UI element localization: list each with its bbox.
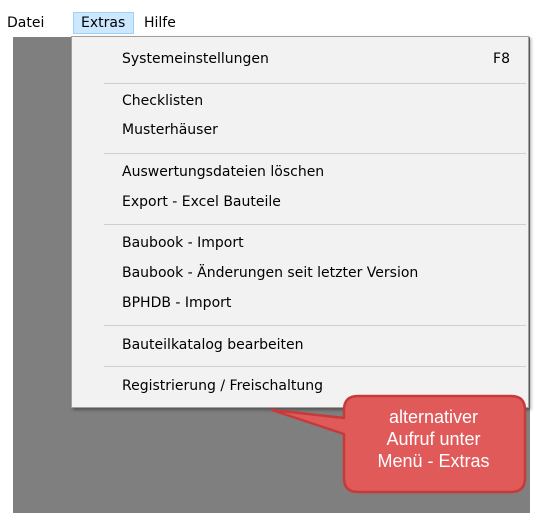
menu-separator (104, 325, 526, 326)
menu-item-label: Baubook - Änderungen seit letzter Versio… (122, 265, 419, 281)
callout-line: alternativer (388, 407, 479, 427)
menu-item-bauteilkatalog-bearbeiten[interactable]: Bauteilkatalog bearbeiten (122, 334, 510, 356)
extras-dropdown-menu: Systemeinstellungen F8 Checklisten Muste… (71, 36, 529, 408)
menu-separator (104, 366, 526, 367)
menu-datei[interactable]: Datei (0, 12, 51, 34)
menu-item-bphdb-import[interactable]: BPHDB - Import (122, 292, 510, 314)
menu-item-label: Musterhäuser (122, 122, 218, 138)
menu-item-shortcut: F8 (493, 51, 510, 67)
menu-item-musterhaeuser[interactable]: Musterhäuser (122, 119, 510, 141)
menu-item-label: BPHDB - Import (122, 295, 232, 311)
callout-line: Aufruf unter (386, 429, 481, 449)
callout-line: Menü - Extras (377, 451, 490, 471)
menu-item-auswertungsdateien-loeschen[interactable]: Auswertungsdateien löschen (122, 161, 510, 183)
menu-item-label: Export - Excel Bauteile (122, 194, 281, 210)
menu-item-label: Bauteilkatalog bearbeiten (122, 337, 304, 353)
menu-separator (104, 224, 526, 225)
menu-hilfe[interactable]: Hilfe (137, 12, 183, 34)
menu-item-label: Systemeinstellungen (122, 51, 269, 67)
menu-item-registrierung-freischaltung[interactable]: Registrierung / Freischaltung (122, 375, 510, 397)
menu-extras[interactable]: Extras (73, 12, 134, 34)
menu-item-export-excel-bauteile[interactable]: Export - Excel Bauteile (122, 191, 510, 213)
menu-item-baubook-import[interactable]: Baubook - Import (122, 232, 510, 254)
menu-item-checklisten[interactable]: Checklisten (122, 90, 510, 112)
menu-item-label: Auswertungsdateien löschen (122, 164, 325, 180)
menu-item-label: Registrierung / Freischaltung (122, 378, 323, 394)
menu-item-systemeinstellungen[interactable]: Systemeinstellungen F8 (122, 48, 510, 70)
menu-item-baubook-aenderungen[interactable]: Baubook - Änderungen seit letzter Versio… (122, 262, 510, 284)
callout-text: alternativer Aufruf unter Menü - Extras (348, 406, 519, 484)
menu-separator (104, 153, 526, 154)
menu-item-label: Checklisten (122, 93, 204, 109)
menu-item-label: Baubook - Import (122, 235, 244, 251)
menu-bar: Datei Extras Hilfe (0, 0, 543, 36)
menu-separator (104, 83, 526, 84)
